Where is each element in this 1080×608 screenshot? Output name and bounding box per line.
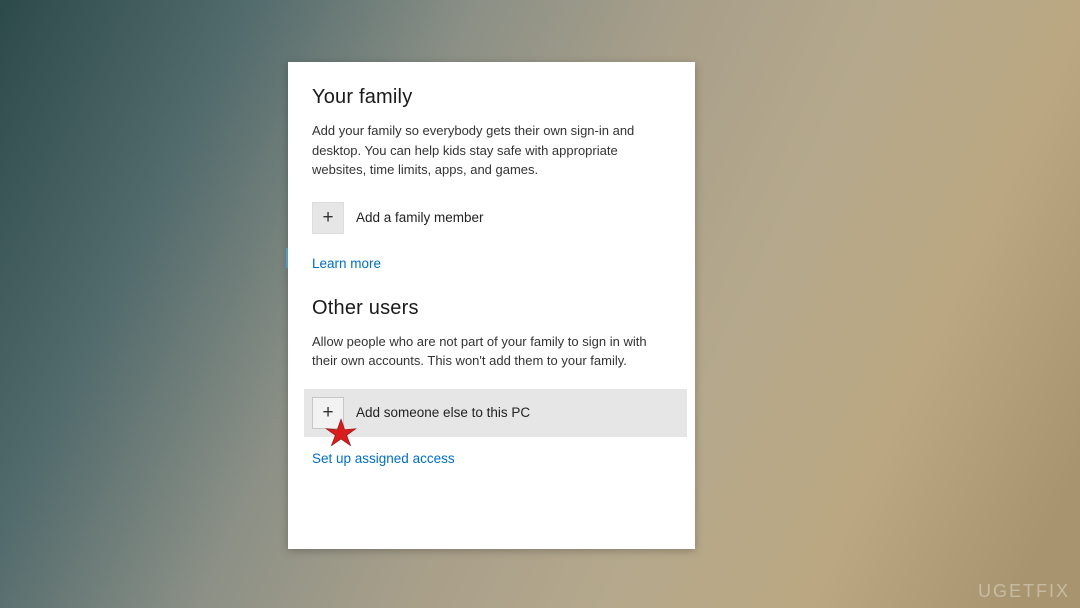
add-family-member-label: Add a family member [356,210,484,225]
your-family-description: Add your family so everybody gets their … [312,121,675,180]
other-users-description: Allow people who are not part of your fa… [312,332,675,371]
your-family-heading: Your family [312,86,675,109]
your-family-section: Your family Add your family so everybody… [312,86,675,273]
add-family-member-button[interactable]: + Add a family member [312,198,675,238]
set-up-assigned-access-link[interactable]: Set up assigned access [312,451,455,466]
other-users-section: Other users Allow people who are not par… [312,297,675,468]
watermark: UGETFIX [978,581,1070,602]
plus-icon: + [312,202,344,234]
settings-panel: Your family Add your family so everybody… [288,62,695,549]
other-users-heading: Other users [312,297,675,320]
add-someone-else-button[interactable]: + Add someone else to this PC [304,389,687,437]
add-someone-else-label: Add someone else to this PC [356,405,530,420]
learn-more-link[interactable]: Learn more [312,256,381,271]
plus-icon: + [312,397,344,429]
